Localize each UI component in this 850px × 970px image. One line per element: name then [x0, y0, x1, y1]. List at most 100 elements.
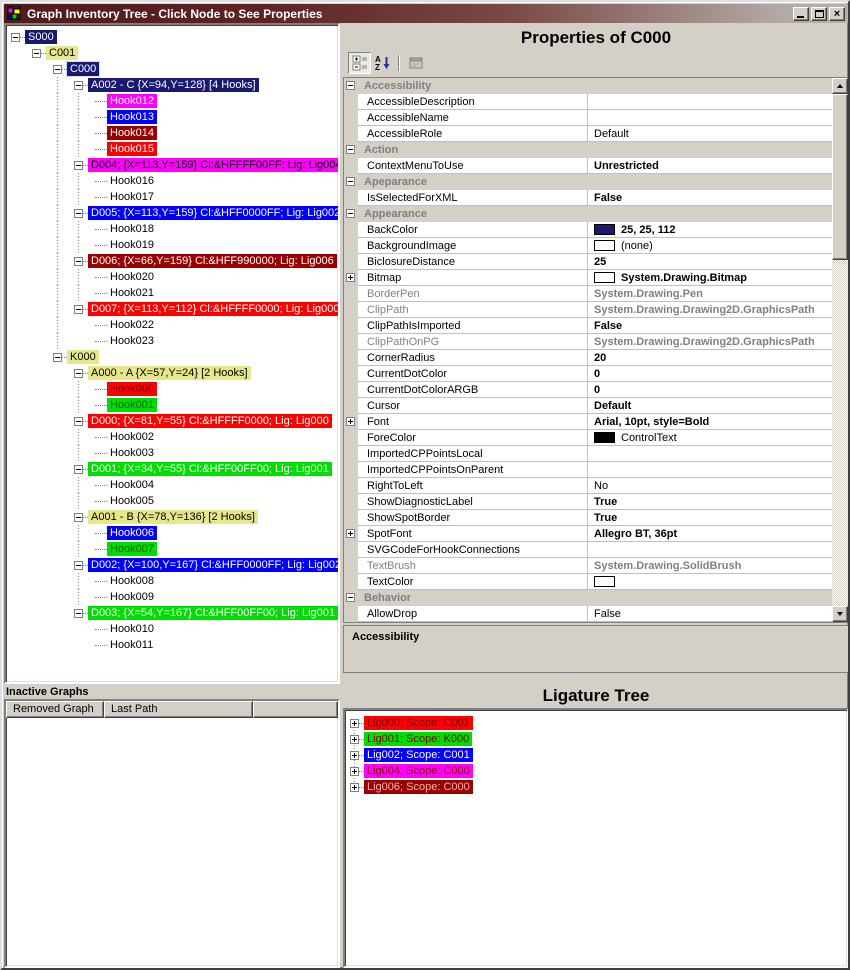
- tree-node-label[interactable]: C000: [67, 62, 99, 76]
- property-value[interactable]: System.Drawing.Pen: [588, 286, 832, 302]
- property-name[interactable]: BackgroundImage: [358, 238, 588, 254]
- tree-node-label[interactable]: S000: [25, 30, 57, 44]
- tree-node-label[interactable]: Hook016: [107, 174, 157, 188]
- ligature-node-label[interactable]: Lig002; Scope: C001: [364, 748, 473, 762]
- inactive-graphs-list[interactable]: Removed GraphLast Path: [4, 699, 340, 968]
- tree-node-label[interactable]: A002 - C {X=94,Y=128} [4 Hooks]: [88, 78, 259, 92]
- category-row[interactable]: Accessibility: [344, 78, 832, 94]
- property-value[interactable]: False: [588, 318, 832, 334]
- collapse-icon[interactable]: [74, 561, 83, 570]
- category-row[interactable]: Apeparance: [344, 174, 832, 190]
- property-name[interactable]: Bitmap: [358, 270, 588, 286]
- category-row[interactable]: Behavior: [344, 590, 832, 606]
- property-value[interactable]: System.Drawing.Drawing2D.GraphicsPath: [588, 302, 832, 318]
- expand-icon[interactable]: [350, 783, 359, 792]
- property-name[interactable]: ShowSpotBorder: [358, 510, 588, 526]
- category-row[interactable]: Appearance: [344, 206, 832, 222]
- tree-node-label[interactable]: D000; {X=81,Y=55} Cl:&HFFFF0000; Lig: Li…: [88, 414, 332, 428]
- property-name[interactable]: AllowDrop: [358, 606, 588, 622]
- property-value[interactable]: 0: [588, 382, 832, 398]
- property-name[interactable]: SpotFont: [358, 526, 588, 542]
- tree-node-label[interactable]: Hook003: [107, 446, 157, 460]
- tree-node-label[interactable]: Hook011: [107, 638, 156, 652]
- property-value[interactable]: Default: [588, 126, 832, 142]
- expand-icon[interactable]: [346, 529, 355, 538]
- property-value[interactable]: System.Drawing.Drawing2D.GraphicsPath: [588, 334, 832, 350]
- property-name[interactable]: CurrentDotColorARGB: [358, 382, 588, 398]
- tree-node-label[interactable]: D006; {X=66,Y=159} Cl:&HFF990000; Lig: L…: [88, 254, 337, 268]
- property-name[interactable]: AccessibleName: [358, 110, 588, 126]
- title-bar[interactable]: Graph Inventory Tree - Click Node to See…: [4, 4, 848, 23]
- property-name[interactable]: TextColor: [358, 574, 588, 590]
- collapse-icon[interactable]: [74, 513, 83, 522]
- scroll-down-button[interactable]: [832, 606, 848, 622]
- property-pages-button[interactable]: [404, 52, 427, 74]
- property-value[interactable]: False: [588, 190, 832, 206]
- expand-icon[interactable]: [350, 767, 359, 776]
- property-name[interactable]: ImportedCPPointsLocal: [358, 446, 588, 462]
- expand-icon[interactable]: [350, 735, 359, 744]
- categorized-button[interactable]: [348, 52, 371, 74]
- expand-icon[interactable]: [350, 751, 359, 760]
- tree-node-label[interactable]: D005; {X=113,Y=159} Cl:&HFF0000FF; Lig: …: [88, 206, 340, 220]
- property-value[interactable]: 20: [588, 350, 832, 366]
- tree-node-label[interactable]: Hook023: [107, 334, 157, 348]
- collapse-icon[interactable]: [346, 145, 355, 154]
- tree-node-label[interactable]: C001: [46, 46, 78, 60]
- property-name[interactable]: Font: [358, 414, 588, 430]
- collapse-icon[interactable]: [32, 49, 41, 58]
- graph-tree[interactable]: S000 C001 C000 A002 - C {X=94,Y=128} [4 Hoo…: [4, 23, 340, 684]
- tree-node-label[interactable]: D007; {X=113,Y=112} Cl:&HFFFF0000; Lig: …: [88, 302, 340, 316]
- property-value[interactable]: False: [588, 606, 832, 622]
- collapse-icon[interactable]: [74, 209, 83, 218]
- tree-node-label[interactable]: Hook019: [107, 238, 157, 252]
- collapse-icon[interactable]: [53, 353, 62, 362]
- list-column-header[interactable]: Last Path: [104, 701, 253, 718]
- property-value[interactable]: Unrestricted: [588, 158, 832, 174]
- tree-node-label[interactable]: D001; {X=34,Y=55} Cl:&HFF00FF00; Lig: Li…: [88, 462, 332, 476]
- property-name[interactable]: RightToLeft: [358, 478, 588, 494]
- tree-node-label[interactable]: K000: [67, 350, 99, 364]
- property-value[interactable]: 25, 25, 112: [588, 222, 832, 238]
- property-value[interactable]: Arial, 10pt, style=Bold: [588, 414, 832, 430]
- tree-node-label[interactable]: Hook008: [107, 574, 157, 588]
- collapse-icon[interactable]: [53, 65, 62, 74]
- tree-node-label[interactable]: Hook022: [107, 318, 157, 332]
- tree-node-label[interactable]: Hook001: [107, 398, 157, 412]
- property-value[interactable]: Default: [588, 398, 832, 414]
- property-name[interactable]: ContextMenuToUse: [358, 158, 588, 174]
- property-value[interactable]: [588, 110, 832, 126]
- tree-node-label[interactable]: D004; {X=113,Y=159} Cl:&HFFFF00FF; Lig: …: [88, 158, 340, 172]
- tree-node-label[interactable]: Hook012: [107, 94, 157, 108]
- property-value[interactable]: [588, 574, 832, 590]
- tree-node-label[interactable]: Hook014: [107, 126, 157, 140]
- property-name[interactable]: Cursor: [358, 398, 588, 414]
- property-value[interactable]: [588, 542, 832, 558]
- tree-node-label[interactable]: A001 - B {X=78,Y=136} [2 Hooks]: [88, 510, 258, 524]
- property-name[interactable]: AccessibleRole: [358, 126, 588, 142]
- property-grid[interactable]: AccessibilityAccessibleDescriptionAccess…: [343, 77, 849, 623]
- property-value[interactable]: Allegro BT, 36pt: [588, 526, 832, 542]
- ligature-node-label[interactable]: Lig004; Scope: C000: [364, 764, 473, 778]
- ligature-tree[interactable]: Lig000; Scope: C001Lig001; Scope: K000Li…: [343, 708, 849, 968]
- property-value[interactable]: 25: [588, 254, 832, 270]
- property-name[interactable]: TextBrush: [358, 558, 588, 574]
- collapse-icon[interactable]: [74, 161, 83, 170]
- collapse-icon[interactable]: [74, 305, 83, 314]
- category-row[interactable]: Action: [344, 142, 832, 158]
- tree-node-label[interactable]: Hook006: [107, 526, 157, 540]
- property-value[interactable]: System.Drawing.SolidBrush: [588, 558, 832, 574]
- property-name[interactable]: AccessibleDescription: [358, 94, 588, 110]
- tree-node-label[interactable]: Hook007: [107, 542, 157, 556]
- property-value[interactable]: [588, 462, 832, 478]
- minimize-button[interactable]: [793, 7, 809, 21]
- scroll-up-button[interactable]: [832, 78, 848, 94]
- close-button[interactable]: ×: [829, 7, 845, 21]
- tree-node-label[interactable]: A000 - A {X=57,Y=24} [2 Hooks]: [88, 366, 251, 380]
- ligature-node-label[interactable]: Lig000; Scope: C001: [364, 716, 473, 730]
- collapse-icon[interactable]: [346, 593, 355, 602]
- collapse-icon[interactable]: [74, 81, 83, 90]
- tree-node-label[interactable]: D002; {X=100,Y=167} Cl:&HFF0000FF; Lig: …: [88, 558, 340, 572]
- tree-node-label[interactable]: Hook010: [107, 622, 157, 636]
- property-name[interactable]: CurrentDotColor: [358, 366, 588, 382]
